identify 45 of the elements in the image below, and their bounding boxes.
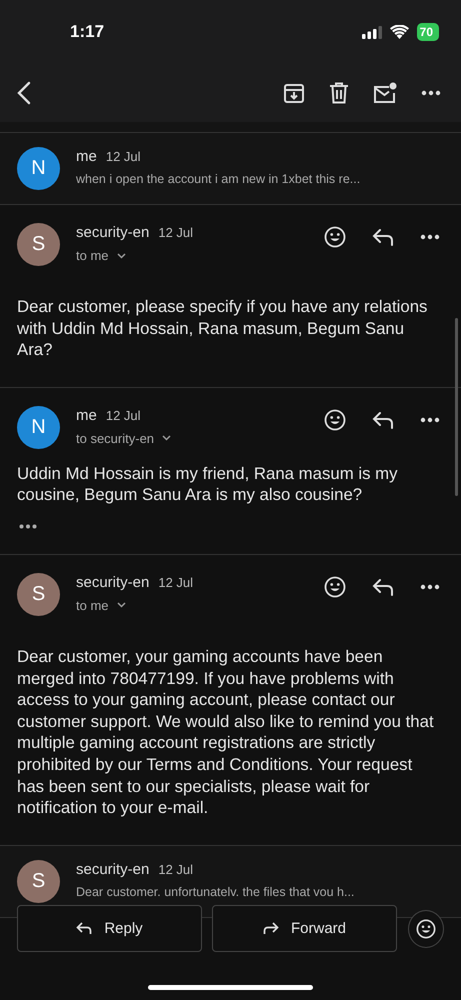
more-icon[interactable] xyxy=(420,584,440,590)
sender-name: security-en xyxy=(76,860,150,878)
avatar: S xyxy=(17,860,60,903)
avatar: N xyxy=(17,406,60,449)
archive-icon[interactable] xyxy=(283,82,305,104)
avatar: S xyxy=(17,223,60,266)
sender-name: me xyxy=(76,148,97,165)
reply-icon[interactable] xyxy=(372,228,394,246)
status-time: 1:17 xyxy=(70,22,104,42)
mail-icon[interactable] xyxy=(373,82,397,104)
message-snippet: Dear customer. unfortunatelv. the files that vou h... xyxy=(76,884,356,899)
avatar: S xyxy=(17,572,60,616)
chevron-down-icon[interactable] xyxy=(162,435,172,442)
battery-level: 70 xyxy=(416,23,439,41)
message-date: 12 Jul xyxy=(158,862,194,877)
message-body: Dear customer, your gaming accounts have been merged into 780477199. If you have problems with access to your gaming account, please contact our customer support. We would also like to remind you that multiple gaming account registrations are strictly prohibited by our Terms and Conditions. Your request has been sent to our specialists, please wait for notification to your e-mail. xyxy=(17,646,435,819)
message-date: 12 Jul xyxy=(158,225,194,240)
message-body: Dear customer, please specify if you have any relations with Uddin Md Hossain, Rana masum, Begum Sanu Ara? xyxy=(17,296,428,361)
message-body: Uddin Md Hossain is my friend, Rana masum is my cousine, Begum Sanu Ara is my also cousine? xyxy=(17,462,398,506)
wifi-icon xyxy=(390,25,409,39)
more-icon[interactable] xyxy=(421,90,441,96)
message-snippet: when i open the account i am new in 1xbet this re... xyxy=(76,172,362,186)
chevron-down-icon[interactable] xyxy=(116,602,126,608)
recipient-dropdown[interactable]: to me xyxy=(76,598,126,613)
avatar: N xyxy=(17,147,60,190)
message-date: 12 Jul xyxy=(106,149,141,164)
more-icon[interactable] xyxy=(420,234,440,240)
message-date: 12 Jul xyxy=(158,574,194,590)
forward-icon[interactable] xyxy=(262,922,279,935)
reply-button[interactable]: Reply xyxy=(17,905,202,952)
forward-button[interactable]: Forward xyxy=(212,905,397,952)
more-icon[interactable] xyxy=(420,416,440,423)
sender-name: me xyxy=(76,406,97,424)
reply-icon[interactable] xyxy=(372,578,394,596)
message-date: 12 Jul xyxy=(106,408,141,423)
trash-icon[interactable] xyxy=(329,82,349,104)
back-icon[interactable] xyxy=(17,81,31,105)
recipient-dropdown[interactable]: to me xyxy=(76,248,126,263)
reply-icon[interactable] xyxy=(76,922,92,935)
sender-name: security-en xyxy=(76,224,150,241)
chevron-down-icon[interactable] xyxy=(116,252,126,258)
reply-icon[interactable] xyxy=(372,410,394,429)
signal-icon xyxy=(362,26,382,38)
sender-name: security-en xyxy=(76,574,150,591)
recipient-dropdown[interactable]: to security-en xyxy=(76,430,172,446)
